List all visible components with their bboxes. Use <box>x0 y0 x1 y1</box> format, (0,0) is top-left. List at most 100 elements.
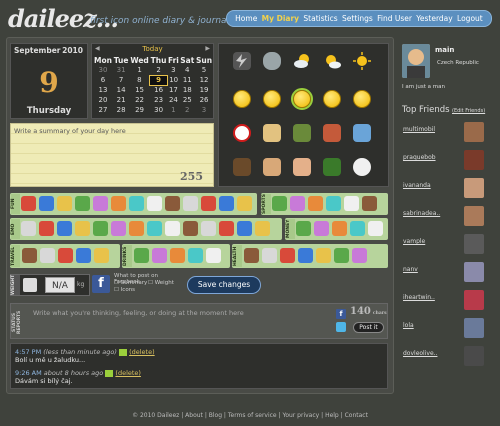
calendar-day[interactable]: 30 <box>93 65 113 75</box>
money-activity-icon[interactable] <box>368 221 383 236</box>
money-activity-icon[interactable] <box>296 221 311 236</box>
travel-activity-icon[interactable] <box>76 248 91 263</box>
calendar-day[interactable]: 4 <box>179 65 195 75</box>
drinks-activity-icon[interactable] <box>206 248 221 263</box>
calendar-day[interactable]: 20 <box>93 95 113 105</box>
emo-activity-icon[interactable] <box>39 221 54 236</box>
facebook-post-icon[interactable]: f <box>336 309 346 319</box>
calendar-day[interactable]: 3 <box>167 65 179 75</box>
fun-activity-icon[interactable] <box>129 196 144 211</box>
angry-icon[interactable] <box>323 124 341 142</box>
calendar-day[interactable]: 28 <box>113 105 129 115</box>
drinks-activity-icon[interactable] <box>134 248 149 263</box>
calendar-day[interactable]: 6 <box>93 75 113 85</box>
calendar-day[interactable]: 31 <box>113 65 129 75</box>
travel-activity-icon[interactable] <box>58 248 73 263</box>
health-activity-icon[interactable] <box>298 248 313 263</box>
health-activity-icon[interactable] <box>244 248 259 263</box>
laugh-icon[interactable] <box>353 158 371 176</box>
travel-activity-icon[interactable] <box>22 248 37 263</box>
sports-activity-icon[interactable] <box>362 196 377 211</box>
edit-friends-link[interactable]: (Edit Friends) <box>452 108 485 114</box>
travel-activity-icon[interactable] <box>94 248 109 263</box>
friend-link[interactable]: lola <box>403 322 414 329</box>
friend-link[interactable]: praquebob <box>403 154 436 161</box>
fun-activity-icon[interactable] <box>237 196 252 211</box>
calendar-day[interactable]: 14 <box>113 85 129 95</box>
emo-activity-icon[interactable] <box>201 221 216 236</box>
sports-activity-icon[interactable] <box>308 196 323 211</box>
status-input[interactable]: STATUS REPORTS Write what you're thinkin… <box>10 303 388 339</box>
cloud-icon[interactable] <box>263 52 281 70</box>
sports-activity-icon[interactable] <box>326 196 341 211</box>
crazy-icon[interactable] <box>263 124 281 142</box>
neutral-smiley-icon[interactable] <box>291 88 313 110</box>
fun-activity-icon[interactable] <box>165 196 180 211</box>
calendar-day[interactable]: 10 <box>167 75 179 85</box>
calendar-day[interactable]: 12 <box>195 75 213 85</box>
sad-smiley-icon[interactable] <box>233 90 251 108</box>
calendar-day[interactable]: 22 <box>129 95 150 105</box>
calendar-next-icon[interactable]: ▶ <box>205 45 210 52</box>
health-activity-icon[interactable] <box>280 248 295 263</box>
calendar-day[interactable]: 2 <box>150 65 168 75</box>
emo-activity-icon[interactable] <box>21 221 36 236</box>
nav-statistics[interactable]: Statistics <box>303 14 337 23</box>
avatar[interactable] <box>402 44 430 78</box>
fb-summary-option[interactable]: ☐ Summary <box>114 280 147 286</box>
friend-link[interactable]: nanv <box>403 266 418 273</box>
emo-activity-icon[interactable] <box>237 221 252 236</box>
calendar-today-link[interactable]: Today <box>92 45 213 53</box>
friend-avatar[interactable] <box>464 318 484 338</box>
drinks-activity-icon[interactable] <box>152 248 167 263</box>
calendar-day[interactable]: 7 <box>113 75 129 85</box>
drinks-activity-icon[interactable] <box>170 248 185 263</box>
friend-link[interactable]: sabrinadea.. <box>403 210 440 217</box>
calendar-day[interactable]: 18 <box>179 85 195 95</box>
footer-help-link[interactable]: Help <box>325 412 339 419</box>
fun-activity-icon[interactable] <box>219 196 234 211</box>
unhappy-smiley-icon[interactable] <box>263 90 281 108</box>
sports-activity-icon[interactable] <box>344 196 359 211</box>
sick-icon[interactable] <box>293 124 311 142</box>
calendar-day[interactable]: 19 <box>195 85 213 95</box>
sun-icon[interactable] <box>353 52 371 70</box>
calendar-day[interactable]: 21 <box>113 95 129 105</box>
nude-icon[interactable] <box>293 158 311 176</box>
footer-terms-link[interactable]: Terms of service <box>228 412 277 419</box>
twitter-icon[interactable] <box>336 322 346 332</box>
profile-name[interactable]: main <box>435 46 454 54</box>
emo-activity-icon[interactable] <box>255 221 270 236</box>
emo-activity-icon[interactable] <box>183 221 198 236</box>
footer-contact-link[interactable]: Contact <box>345 412 368 419</box>
friend-link[interactable]: multimobil <box>403 126 435 133</box>
save-changes-button[interactable]: Save changes <box>187 276 261 294</box>
emo-activity-icon[interactable] <box>219 221 234 236</box>
calendar-day[interactable]: 5 <box>195 65 213 75</box>
emo-activity-icon[interactable] <box>147 221 162 236</box>
footer-about-link[interactable]: About <box>185 412 203 419</box>
weight-input[interactable]: N/A <box>45 277 75 293</box>
calendar-day[interactable]: 8 <box>129 75 150 85</box>
calendar-day[interactable]: 9 <box>149 74 168 86</box>
friend-link[interactable]: dovleolive.. <box>403 350 437 357</box>
fun-activity-icon[interactable] <box>93 196 108 211</box>
calendar-day[interactable]: 16 <box>150 85 168 95</box>
fun-activity-icon[interactable] <box>57 196 72 211</box>
happy-smiley-icon[interactable] <box>323 90 341 108</box>
partly-sunny-icon[interactable] <box>323 52 341 70</box>
friend-avatar[interactable] <box>464 262 484 282</box>
calendar-day[interactable]: 13 <box>93 85 113 95</box>
fun-activity-icon[interactable] <box>201 196 216 211</box>
fun-activity-icon[interactable] <box>147 196 162 211</box>
friend-avatar[interactable] <box>464 290 484 310</box>
calendar-day[interactable]: 15 <box>129 85 150 95</box>
calendar-day[interactable]: 25 <box>179 95 195 105</box>
money-activity-icon[interactable] <box>314 221 329 236</box>
dance-icon[interactable] <box>233 158 251 176</box>
feed-delete-link[interactable]: (delete) <box>129 348 155 356</box>
fun-activity-icon[interactable] <box>21 196 36 211</box>
friend-avatar[interactable] <box>464 206 484 226</box>
friend-link[interactable]: vample <box>403 238 425 245</box>
calendar-day[interactable]: 29 <box>129 105 150 115</box>
